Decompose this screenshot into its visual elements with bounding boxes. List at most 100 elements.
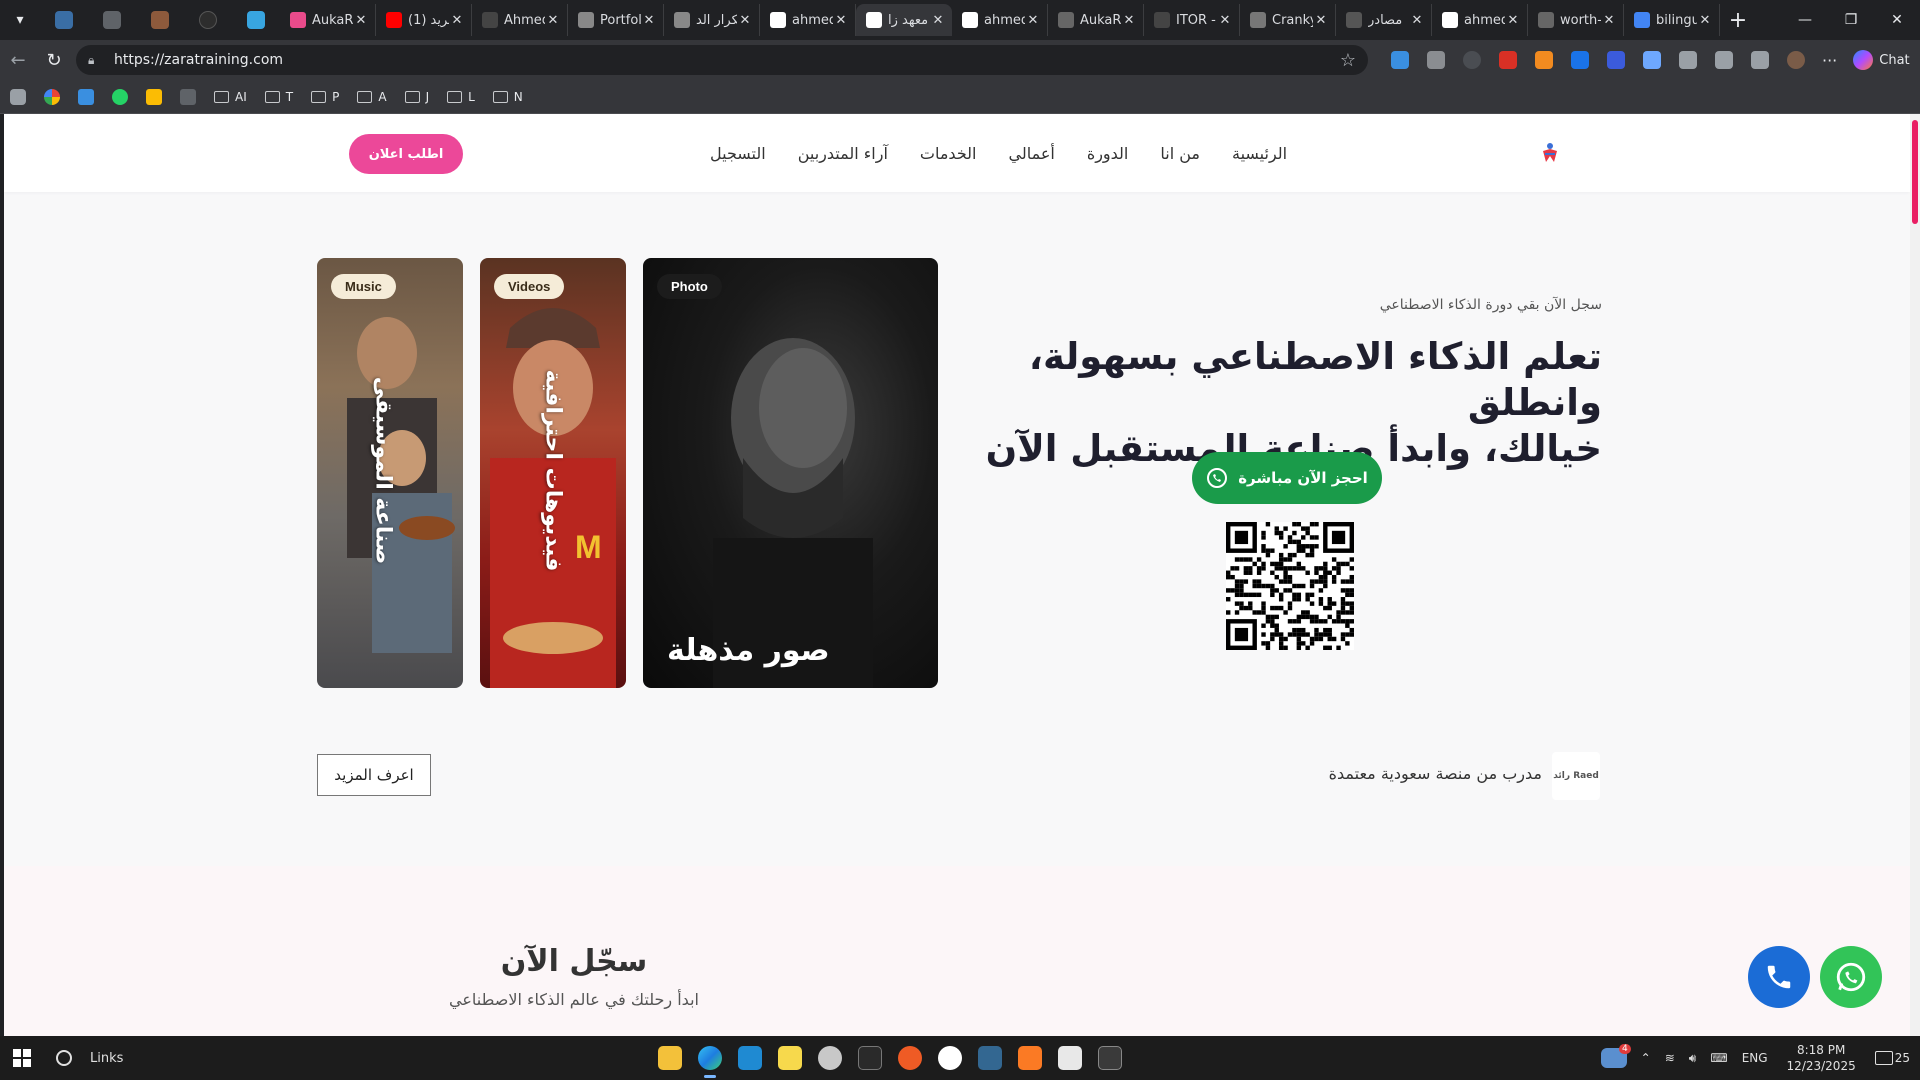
- bookmark-reader-icon[interactable]: [10, 88, 26, 105]
- bookmark-whatsapp-icon[interactable]: [112, 88, 128, 105]
- bookmark-google-icon[interactable]: [44, 88, 60, 105]
- scrollbar-thumb[interactable]: [1912, 120, 1918, 224]
- chevron-up-icon[interactable]: ⌃: [1641, 1051, 1651, 1065]
- favorites-icon[interactable]: [1715, 51, 1733, 69]
- bookmark-folder[interactable]: J: [404, 90, 429, 104]
- browser-tab[interactable]: worth- ✕: [1528, 4, 1624, 36]
- obsidian-app[interactable]: [930, 1036, 970, 1080]
- cursor-app[interactable]: [850, 1036, 890, 1080]
- browser-tab[interactable]: (1) فريد✕: [376, 4, 472, 36]
- nav-link[interactable]: آراء المتدربين: [798, 144, 888, 163]
- language-indicator[interactable]: ENG: [1742, 1051, 1768, 1065]
- site-info-icon[interactable]: 🔒︎: [88, 53, 104, 68]
- videos-card[interactable]: M Videos فيديوهات احترافية: [480, 258, 626, 688]
- extension-f-icon[interactable]: [1571, 51, 1589, 69]
- browser-tab[interactable]: Portfolio✕: [568, 4, 664, 36]
- request-ad-button[interactable]: اطلب اعلان: [349, 134, 463, 174]
- bookmark-folder[interactable]: A: [357, 90, 387, 104]
- new-tab-button[interactable]: +: [1720, 8, 1756, 33]
- tab-close-icon[interactable]: ✕: [1217, 13, 1233, 28]
- bookmark-list-icon[interactable]: [180, 88, 196, 105]
- bookmark-folder[interactable]: L: [447, 90, 475, 104]
- address-bar[interactable]: 🔒︎ https://zaratraining.com ☆: [76, 45, 1368, 75]
- bookmark-folder[interactable]: T: [264, 90, 293, 104]
- browser-tab[interactable]: معهد زا ✕: [856, 4, 952, 36]
- extension-doc-icon[interactable]: [1643, 51, 1661, 69]
- pinned-tab-2[interactable]: [88, 0, 136, 40]
- pinned-tab-1[interactable]: [40, 0, 88, 40]
- nav-link[interactable]: الدورة: [1087, 144, 1129, 163]
- tab-close-icon[interactable]: ✕: [641, 13, 657, 28]
- sticky-notes-app[interactable]: [770, 1036, 810, 1080]
- bookmark-keep-icon[interactable]: [146, 88, 162, 105]
- weather-icon[interactable]: 4: [1600, 1044, 1631, 1068]
- tab-close-icon[interactable]: ✕: [1313, 13, 1329, 28]
- nav-link[interactable]: الرئيسية: [1232, 144, 1287, 163]
- call-button[interactable]: [1748, 946, 1810, 1008]
- tab-close-icon[interactable]: ✕: [545, 13, 561, 28]
- extensions-puzzle-icon[interactable]: [1679, 51, 1697, 69]
- edge-app[interactable]: [690, 1036, 730, 1080]
- clock-app[interactable]: [810, 1036, 850, 1080]
- wifi-icon[interactable]: ≋: [1665, 1051, 1675, 1065]
- tab-search-icon[interactable]: ▾: [0, 0, 40, 40]
- nav-link[interactable]: من انا: [1160, 144, 1200, 163]
- tab-close-icon[interactable]: ✕: [1409, 13, 1425, 28]
- start-button[interactable]: [0, 1036, 44, 1080]
- tab-close-icon[interactable]: ✕: [1697, 13, 1713, 28]
- keyboard-icon[interactable]: ⌨︎: [1710, 1051, 1727, 1065]
- pinned-tab-3[interactable]: [136, 0, 184, 40]
- extension-gem-icon[interactable]: [1391, 51, 1409, 69]
- book-now-button[interactable]: احجز الآن مباشرة: [1192, 452, 1382, 504]
- nav-link[interactable]: أعمالي: [1008, 144, 1054, 163]
- browser-tab[interactable]: ITOR - ✕: [1144, 4, 1240, 36]
- bookmark-gem-icon[interactable]: [78, 88, 94, 105]
- photo-card[interactable]: Photo صور مذهلة: [643, 258, 938, 688]
- minimize-icon[interactable]: —: [1782, 0, 1828, 40]
- clock[interactable]: 8:18 PM 12/23/2025: [1787, 1042, 1856, 1074]
- bookmark-star-icon[interactable]: ☆: [1340, 50, 1356, 71]
- tab-close-icon[interactable]: ✕: [1505, 13, 1521, 28]
- xampp-app[interactable]: [1010, 1036, 1050, 1080]
- tab-close-icon[interactable]: ✕: [1025, 13, 1041, 28]
- nav-link[interactable]: الخدمات: [920, 144, 977, 163]
- restore-icon[interactable]: ❐: [1828, 0, 1874, 40]
- tab-close-icon[interactable]: ✕: [1121, 13, 1137, 28]
- postman-app[interactable]: [890, 1036, 930, 1080]
- close-window-icon[interactable]: ✕: [1874, 0, 1920, 40]
- volume-icon[interactable]: 🔊︎: [1689, 1051, 1697, 1066]
- extension-pen-icon[interactable]: [1535, 51, 1553, 69]
- postgres-app[interactable]: [970, 1036, 1010, 1080]
- browser-tab[interactable]: ahmed ✕: [1432, 4, 1528, 36]
- bookmark-folder[interactable]: AI: [214, 90, 247, 104]
- extension-red-icon[interactable]: [1499, 51, 1517, 69]
- nav-link[interactable]: التسجيل: [710, 144, 766, 163]
- terminal-app[interactable]: [1090, 1036, 1130, 1080]
- bookmark-folder[interactable]: P: [311, 90, 339, 104]
- tab-close-icon[interactable]: ✕: [737, 13, 753, 28]
- pinned-tab-5[interactable]: [232, 0, 280, 40]
- chat-button[interactable]: Chat: [1853, 50, 1910, 70]
- vscode-app[interactable]: [730, 1036, 770, 1080]
- tab-close-icon[interactable]: ✕: [930, 13, 946, 28]
- extension-chart-icon[interactable]: [1607, 51, 1625, 69]
- taskbar-search[interactable]: Links: [56, 1050, 123, 1066]
- reload-icon[interactable]: ↻: [36, 50, 72, 71]
- bookmark-folder[interactable]: N: [492, 90, 523, 104]
- page-scrollbar[interactable]: [1910, 114, 1920, 1036]
- learn-more-button[interactable]: اعرف المزيد: [317, 754, 431, 796]
- browser-tab[interactable]: AukaRo✕: [280, 4, 376, 36]
- browser-tab[interactable]: bilingu ✕: [1624, 4, 1720, 36]
- site-logo-icon[interactable]: [1540, 142, 1560, 164]
- browser-tab[interactable]: مصادر ✕: [1336, 4, 1432, 36]
- tab-close-icon[interactable]: ✕: [353, 13, 369, 28]
- tab-close-icon[interactable]: ✕: [449, 13, 465, 28]
- extension-circle-icon[interactable]: [1463, 51, 1481, 69]
- extension-screen-icon[interactable]: [1427, 51, 1445, 69]
- music-card[interactable]: Music صناعة الموسيقى: [317, 258, 463, 688]
- store-app[interactable]: [1050, 1036, 1090, 1080]
- whatsapp-float-button[interactable]: [1820, 946, 1882, 1008]
- browser-tab[interactable]: تكرار الد✕: [664, 4, 760, 36]
- browser-tab[interactable]: Cranky ✕: [1240, 4, 1336, 36]
- back-icon[interactable]: ←: [0, 50, 36, 71]
